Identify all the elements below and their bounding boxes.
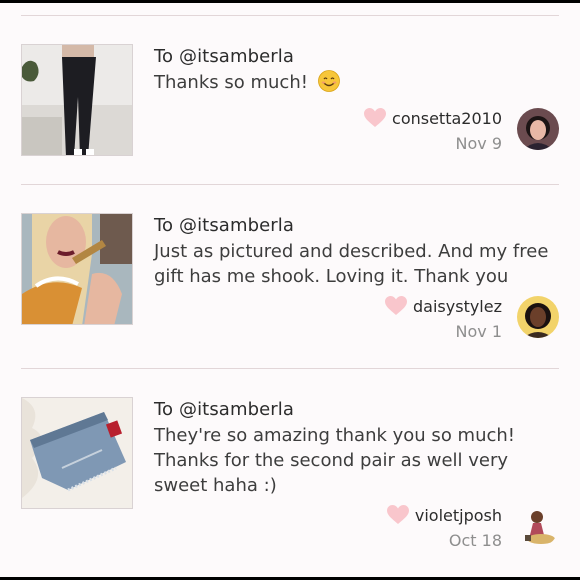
username-link[interactable]: violetjposh: [415, 506, 502, 525]
review-photo-selfie[interactable]: [21, 213, 133, 325]
username-link[interactable]: consetta2010: [392, 109, 502, 128]
review-message: Just as pictured and described. And my f…: [154, 241, 549, 287]
review-photo-leggings[interactable]: [21, 44, 133, 156]
avatar[interactable]: [517, 505, 559, 547]
avatar[interactable]: [517, 108, 559, 150]
heart-icon[interactable]: [385, 296, 408, 316]
divider: [21, 184, 559, 185]
smiling-face-emoji-icon: [317, 70, 340, 92]
review-message-text: Thanks so much!: [154, 72, 308, 93]
avatar[interactable]: [517, 296, 559, 338]
heart-icon[interactable]: [364, 108, 387, 128]
review-message: Thanks so much!: [154, 70, 554, 95]
review-photo-denim-shorts[interactable]: [21, 397, 133, 509]
review-date: Oct 18: [448, 531, 502, 550]
review-meta: violetjposh Oct 18: [386, 505, 502, 550]
top-edge: [0, 0, 580, 3]
username-link[interactable]: daisystylez: [413, 297, 502, 316]
review-recipient: To @itsamberla: [154, 215, 295, 236]
divider: [21, 15, 559, 16]
review-meta: consetta2010 Nov 9: [364, 108, 502, 153]
review-recipient: To @itsamberla: [154, 399, 295, 420]
review-date: Nov 1: [455, 322, 503, 341]
divider: [21, 368, 559, 369]
heart-icon[interactable]: [386, 505, 409, 525]
review-meta: daisystylez Nov 1: [385, 296, 502, 341]
review-recipient: To @itsamberla: [154, 46, 295, 67]
review-date: Nov 9: [455, 134, 503, 153]
review-message: They're so amazing thank you so much! Th…: [154, 425, 516, 496]
